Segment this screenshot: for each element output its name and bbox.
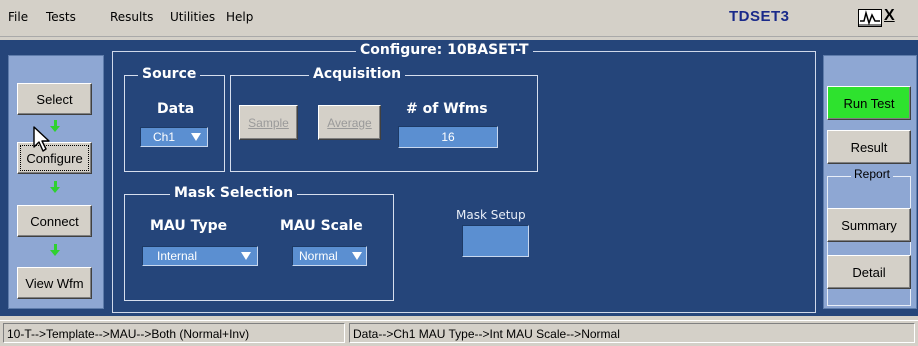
sample-button[interactable]: Sample [239,105,298,140]
menu-results[interactable]: Results [110,10,153,24]
mask-setup-button[interactable] [462,225,529,257]
status-test-path: 10-T-->Template-->MAU-->Both (Normal+Inv… [3,323,345,343]
result-button[interactable]: Result [827,130,911,164]
menu-help[interactable]: Help [226,10,253,24]
mau-scale-label: MAU Scale [280,218,363,234]
close-button[interactable]: X [884,7,895,25]
chevron-down-icon [191,133,201,141]
mau-scale-value: Normal [299,249,338,263]
connect-button[interactable]: Connect [17,205,92,237]
app-title: TDSET3 [729,8,790,25]
data-channel-dropdown[interactable]: Ch1 [140,127,208,147]
view-wfm-button[interactable]: View Wfm [17,267,92,299]
main-area: Select Configure Connect View Wfm Config… [0,40,918,316]
summary-button[interactable]: Summary [827,208,911,242]
run-test-button[interactable]: Run Test [827,86,911,120]
data-label: Data [157,101,195,117]
mau-type-label: MAU Type [150,218,228,234]
source-legend: Source [138,66,201,82]
status-settings: Data-->Ch1 MAU Type-->Int MAU Scale-->No… [349,323,915,343]
mau-type-dropdown[interactable]: Internal [142,246,258,266]
right-action-panel: Run Test Result Report Summary Detail [823,55,917,309]
data-channel-value: Ch1 [153,130,176,144]
select-button[interactable]: Select [17,83,92,115]
left-nav-panel: Select Configure Connect View Wfm [8,55,104,309]
status-bar: 10-T-->Template-->MAU-->Both (Normal+Inv… [0,320,918,346]
mau-type-value: Internal [157,249,198,263]
waveform-icon[interactable] [858,9,882,27]
configure-button[interactable]: Configure [17,142,92,174]
menu-utilities[interactable]: Utilities [170,10,215,24]
source-group [124,75,225,172]
sample-label: Sample [248,115,289,130]
wfms-label: # of Wfms [406,101,488,117]
detail-button[interactable]: Detail [827,255,911,289]
menu-bar: File Tests Results Utilities Help TDSET3… [0,0,918,37]
menu-file[interactable]: File [8,10,28,24]
menu-tests[interactable]: Tests [46,10,76,24]
acquisition-legend: Acquisition [309,66,406,82]
panel-title: Configure: 10BASET-T [356,42,533,58]
chevron-down-icon [352,252,362,260]
wfms-input[interactable]: 16 [398,126,498,148]
average-label: Average [327,115,372,130]
mau-scale-dropdown[interactable]: Normal [292,246,367,266]
mask-selection-legend: Mask Selection [170,185,298,201]
report-legend: Report [851,167,894,181]
mouse-pointer-icon [33,126,50,152]
average-button[interactable]: Average [318,105,381,140]
mask-setup-label: Mask Setup [456,208,526,222]
chevron-down-icon [241,252,251,260]
